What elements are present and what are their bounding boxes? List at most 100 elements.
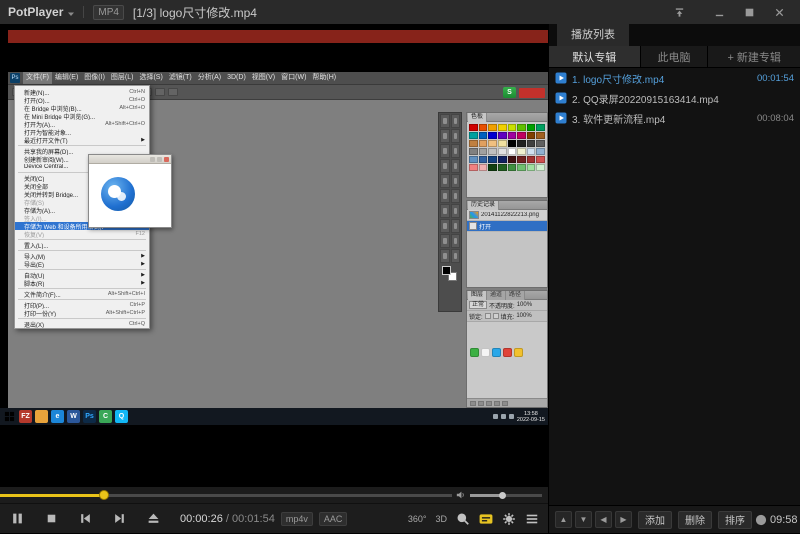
color-swatch[interactable] [488, 156, 497, 163]
layer-mask-icon[interactable] [478, 401, 484, 406]
add-button[interactable]: 添加 [638, 511, 672, 529]
move-up-button[interactable]: ▲ [555, 511, 572, 528]
color-swatch[interactable] [527, 132, 536, 139]
next-button[interactable] [102, 504, 136, 534]
color-swatch[interactable] [517, 148, 526, 155]
video-display[interactable]: Ps 文件(F)编辑(E)图像(I)图层(L)选择(S)滤镜(T)分析(A)3D… [0, 24, 548, 487]
color-swatch[interactable] [527, 156, 536, 163]
layer-fx-icon[interactable] [470, 401, 476, 406]
seek-knob[interactable] [99, 490, 109, 500]
playlist-item[interactable]: 3. 软件更新流程.mp400:08:04 [549, 108, 800, 128]
ps-color-wells[interactable] [440, 265, 460, 283]
ps-menubar-item[interactable]: 分析(A) [195, 72, 224, 84]
color-swatch[interactable] [508, 132, 517, 139]
ps-menubar-item[interactable]: 窗口(W) [278, 72, 309, 84]
swatches-tab[interactable]: 色板 [468, 113, 487, 122]
ps-tool-icon[interactable] [440, 249, 450, 263]
color-swatch[interactable] [488, 124, 497, 131]
browser-e-icon[interactable]: e [51, 410, 64, 423]
color-swatch[interactable] [536, 164, 545, 171]
layers-tab[interactable]: 通道 [487, 291, 506, 300]
ps-tool-icon[interactable] [440, 174, 450, 188]
ps-tool-icon[interactable] [440, 234, 450, 248]
ps-tool-icon[interactable] [440, 114, 450, 128]
ps-tool-icon[interactable] [440, 189, 450, 203]
ps-tool-icon[interactable] [451, 234, 461, 248]
color-swatch[interactable] [508, 164, 517, 171]
ps-tool-icon[interactable] [451, 114, 461, 128]
color-swatch[interactable] [508, 156, 517, 163]
fill-value[interactable]: 100% [516, 313, 531, 319]
photoshop-taskbar-icon[interactable]: Ps [83, 410, 96, 423]
layers-tab[interactable]: 路径 [506, 291, 525, 300]
color-swatch[interactable] [479, 164, 488, 171]
open-media-button[interactable] [136, 504, 170, 534]
search-icon[interactable] [456, 512, 470, 526]
ps-menubar-item[interactable]: 滤镜(T) [166, 72, 195, 84]
ps-tool-icon[interactable] [451, 189, 461, 203]
app-name[interactable]: PotPlayer [8, 5, 63, 19]
color-swatch[interactable] [469, 156, 478, 163]
color-swatch[interactable] [469, 124, 478, 131]
ps-menubar-item[interactable]: 帮助(H) [309, 72, 339, 84]
ps-menubar-item[interactable]: 视图(V) [249, 72, 278, 84]
folder-icon[interactable] [35, 410, 48, 423]
tab-playlist[interactable]: 播放列表 [557, 24, 629, 46]
file-menu-item[interactable]: 新建(N)...Ctrl+N [15, 88, 149, 96]
previous-button[interactable] [68, 504, 102, 534]
stop-button[interactable] [34, 504, 68, 534]
start-button[interactable] [3, 410, 16, 423]
color-swatch[interactable] [536, 156, 545, 163]
foreground-color-swatch[interactable] [442, 266, 451, 275]
ps-tool-icon[interactable] [451, 249, 461, 263]
rotate-360-button[interactable]: 360° [408, 514, 427, 524]
color-swatch[interactable] [498, 156, 507, 163]
color-swatch[interactable] [517, 140, 526, 147]
layers-tab[interactable]: 图层 [468, 291, 487, 300]
color-swatch[interactable] [479, 156, 488, 163]
ps-menubar-item[interactable]: 文件(F) [23, 72, 52, 84]
ps-option-icon[interactable] [168, 88, 178, 96]
file-menu-item[interactable]: 文件简介(F)...Alt+Shift+Ctrl+I [15, 290, 149, 298]
ps-menubar-item[interactable]: 3D(D) [224, 72, 249, 84]
minimize-button[interactable] [707, 3, 732, 21]
color-swatch[interactable] [517, 124, 526, 131]
color-swatch[interactable] [488, 148, 497, 155]
new-layer-icon[interactable] [494, 401, 500, 406]
color-swatch[interactable] [536, 132, 545, 139]
color-swatch[interactable] [488, 132, 497, 139]
color-swatch[interactable] [498, 132, 507, 139]
ps-tool-icon[interactable] [451, 219, 461, 233]
color-swatch[interactable] [517, 164, 526, 171]
chrome-icon[interactable]: C [99, 410, 112, 423]
lock-icon[interactable] [485, 313, 491, 319]
file-menu-item[interactable]: 导入(M)▶ [15, 252, 149, 260]
file-menu-item[interactable]: 在 Mini Bridge 中浏览(G)... [15, 112, 149, 120]
color-swatch[interactable] [536, 140, 545, 147]
ps-tool-icon[interactable] [440, 159, 450, 173]
cs-live-icon[interactable]: S [503, 87, 516, 98]
album-tab[interactable]: 默认专辑 [549, 46, 641, 67]
speaker-icon[interactable] [456, 490, 466, 500]
delete-layer-icon[interactable] [502, 401, 508, 406]
color-swatch[interactable] [479, 124, 488, 131]
qq-icon[interactable]: Q [115, 410, 128, 423]
color-swatch[interactable] [488, 140, 497, 147]
color-swatch[interactable] [469, 164, 478, 171]
seek-bar[interactable] [0, 494, 452, 497]
ps-tool-icon[interactable] [440, 129, 450, 143]
color-swatch[interactable] [469, 148, 478, 155]
lock-all-icon[interactable] [493, 313, 499, 319]
file-menu-item[interactable]: 打开为(A)...Alt+Shift+Ctrl+O [15, 120, 149, 128]
new-group-icon[interactable] [486, 401, 492, 406]
color-swatch[interactable] [527, 140, 536, 147]
color-swatch[interactable] [479, 132, 488, 139]
playlist-item[interactable]: 2. QQ录屏20220915163414.mp4 [549, 88, 800, 108]
subtitle-icon[interactable] [479, 512, 493, 526]
ps-tool-icon[interactable] [440, 144, 450, 158]
color-swatch[interactable] [469, 132, 478, 139]
page-next-button[interactable]: ▶ [615, 511, 632, 528]
sort-button[interactable]: 排序 [718, 511, 752, 529]
color-swatch[interactable] [517, 156, 526, 163]
app-menu-chevron-icon[interactable] [67, 10, 75, 18]
